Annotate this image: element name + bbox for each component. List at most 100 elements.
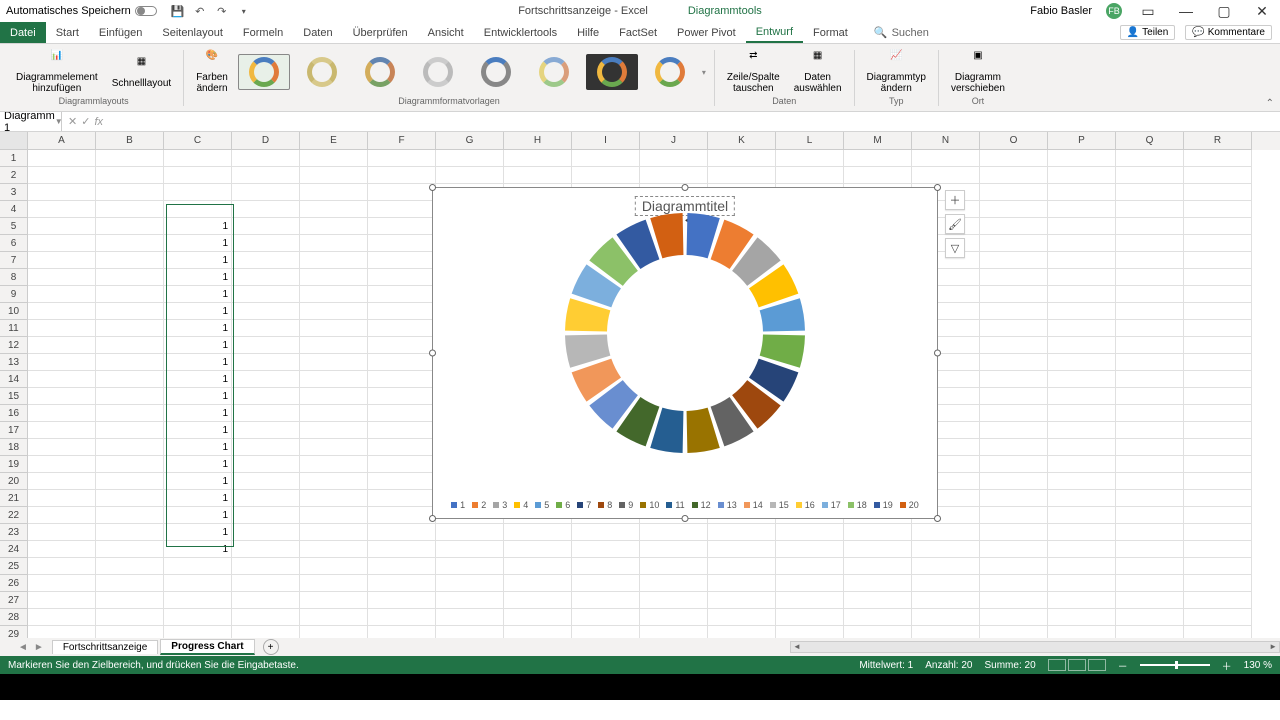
cell[interactable] (1116, 184, 1184, 201)
cell[interactable] (1048, 303, 1116, 320)
cell[interactable] (300, 337, 368, 354)
cell[interactable] (96, 507, 164, 524)
cell[interactable] (572, 626, 640, 638)
cell[interactable] (368, 388, 436, 405)
row-header[interactable]: 28 (0, 609, 28, 626)
cell[interactable] (572, 609, 640, 626)
cell[interactable] (980, 269, 1048, 286)
cell[interactable] (232, 320, 300, 337)
cell[interactable] (28, 541, 96, 558)
cell[interactable] (232, 405, 300, 422)
resize-handle[interactable] (934, 515, 941, 522)
cell[interactable] (708, 575, 776, 592)
row-header[interactable]: 4 (0, 201, 28, 218)
row-header[interactable]: 7 (0, 252, 28, 269)
tab-format[interactable]: Format (803, 22, 858, 43)
cell[interactable] (912, 609, 980, 626)
cell[interactable]: 1 (164, 235, 232, 252)
column-header[interactable]: N (912, 132, 980, 150)
chart-style-3[interactable] (354, 54, 406, 90)
cell[interactable] (912, 575, 980, 592)
cell[interactable] (980, 371, 1048, 388)
cell[interactable] (28, 388, 96, 405)
cell[interactable] (232, 167, 300, 184)
cell[interactable] (232, 558, 300, 575)
cell[interactable] (232, 150, 300, 167)
column-header[interactable]: L (776, 132, 844, 150)
cell[interactable] (300, 405, 368, 422)
cell[interactable] (28, 354, 96, 371)
row-header[interactable]: 8 (0, 269, 28, 286)
zoom-slider[interactable] (1140, 664, 1210, 666)
cell[interactable] (1116, 320, 1184, 337)
cell[interactable] (1116, 303, 1184, 320)
cell[interactable] (300, 371, 368, 388)
cell[interactable] (1184, 473, 1252, 490)
cell[interactable] (1184, 609, 1252, 626)
user-avatar[interactable]: FB (1106, 3, 1122, 19)
tab-formulas[interactable]: Formeln (233, 22, 293, 43)
cell[interactable]: 1 (164, 337, 232, 354)
cell[interactable] (980, 575, 1048, 592)
column-header[interactable]: K (708, 132, 776, 150)
add-chart-element-button[interactable]: 📊Diagrammelement hinzufügen (12, 48, 102, 96)
row-header[interactable]: 24 (0, 541, 28, 558)
cell[interactable] (980, 303, 1048, 320)
chart-object[interactable]: Diagrammtitel ✥ ＋ 🖌 ▽ 123456789101112131… (432, 187, 938, 519)
cell[interactable] (28, 184, 96, 201)
resize-handle[interactable] (682, 515, 689, 522)
cell[interactable] (96, 405, 164, 422)
cell[interactable] (368, 422, 436, 439)
cell[interactable] (300, 473, 368, 490)
cell[interactable] (232, 252, 300, 269)
cell[interactable] (708, 558, 776, 575)
cell[interactable]: 1 (164, 388, 232, 405)
cell[interactable] (1116, 490, 1184, 507)
cell[interactable] (300, 201, 368, 218)
cell[interactable] (912, 592, 980, 609)
cell[interactable] (1116, 575, 1184, 592)
cell[interactable] (232, 490, 300, 507)
cell[interactable] (1184, 575, 1252, 592)
cell[interactable] (96, 337, 164, 354)
tab-pagelayout[interactable]: Seitenlayout (152, 22, 233, 43)
row-header[interactable]: 16 (0, 405, 28, 422)
cell[interactable] (1116, 337, 1184, 354)
cell[interactable] (1184, 592, 1252, 609)
style-gallery-expand[interactable]: ▾ (702, 68, 706, 77)
cell[interactable] (28, 252, 96, 269)
cell[interactable] (1048, 218, 1116, 235)
cell[interactable] (436, 541, 504, 558)
redo-icon[interactable]: ↷ (215, 4, 229, 18)
legend-item[interactable]: 6 (556, 500, 570, 510)
cell[interactable] (1184, 422, 1252, 439)
tab-developer[interactable]: Entwicklertools (474, 22, 567, 43)
row-header[interactable]: 21 (0, 490, 28, 507)
tab-powerpivot[interactable]: Power Pivot (667, 22, 746, 43)
cell[interactable] (368, 218, 436, 235)
cell[interactable] (572, 558, 640, 575)
cell[interactable] (368, 456, 436, 473)
sheet-tab-1[interactable]: Fortschrittsanzeige (52, 640, 158, 654)
cell[interactable] (232, 286, 300, 303)
column-header[interactable]: P (1048, 132, 1116, 150)
cell[interactable]: 1 (164, 541, 232, 558)
cell[interactable] (28, 320, 96, 337)
cell[interactable] (28, 201, 96, 218)
cell[interactable] (1184, 167, 1252, 184)
column-header[interactable]: G (436, 132, 504, 150)
cell[interactable] (912, 524, 980, 541)
cell[interactable] (368, 235, 436, 252)
cell[interactable] (1048, 439, 1116, 456)
cell[interactable] (640, 558, 708, 575)
cell[interactable] (96, 303, 164, 320)
cell[interactable] (1048, 473, 1116, 490)
column-header[interactable]: C (164, 132, 232, 150)
cell[interactable]: 1 (164, 456, 232, 473)
cell[interactable] (232, 184, 300, 201)
cell[interactable] (980, 286, 1048, 303)
cell[interactable] (368, 507, 436, 524)
search-box[interactable]: 🔍 Suchen (874, 26, 929, 39)
cell[interactable] (1116, 218, 1184, 235)
cell[interactable] (28, 150, 96, 167)
